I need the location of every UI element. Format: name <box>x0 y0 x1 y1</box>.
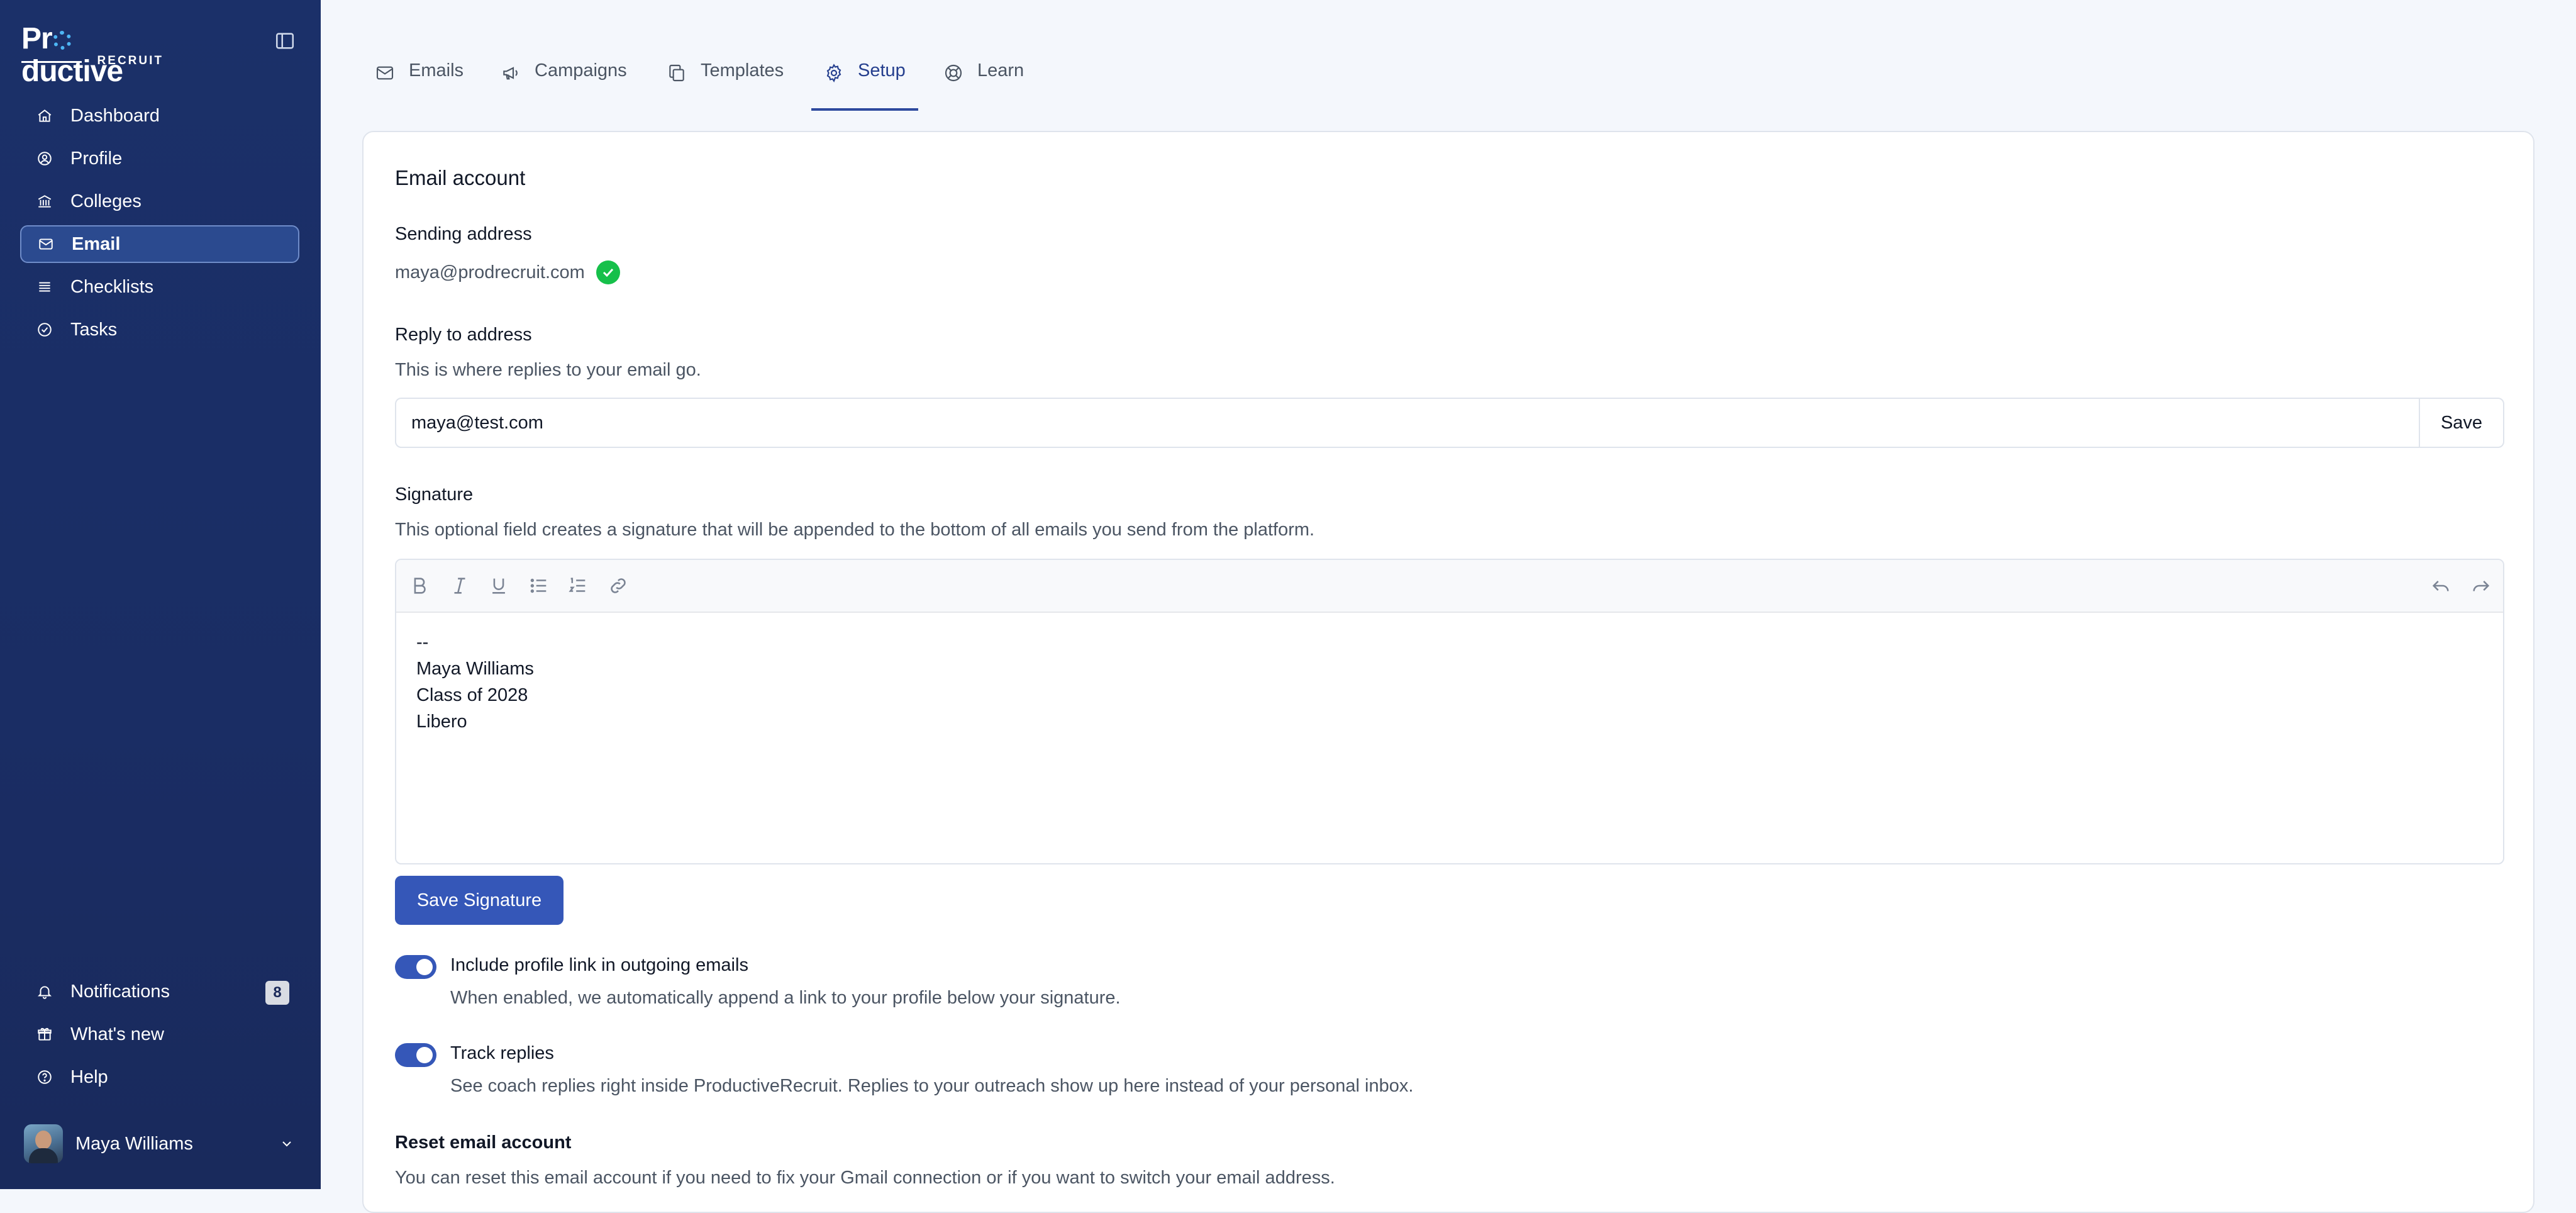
sidebar-toggle-icon[interactable] <box>274 30 296 52</box>
sending-address-label: Sending address <box>395 224 532 244</box>
signature-label: Signature <box>395 484 474 505</box>
bold-button[interactable] <box>409 575 430 596</box>
mail-icon <box>376 66 394 80</box>
profile-link-toggle[interactable] <box>395 955 436 979</box>
verified-check-icon <box>596 260 620 284</box>
redo-button[interactable] <box>2470 575 2492 596</box>
italic-button[interactable] <box>449 575 470 596</box>
sidebar-item-colleges[interactable]: Colleges <box>20 182 299 220</box>
sidebar-item-label: What's new <box>70 1024 164 1044</box>
bold-icon <box>414 578 426 594</box>
mail-icon <box>39 238 53 250</box>
sending-address: maya@prodrecruit.com <box>395 260 620 284</box>
reset-account-help: You can reset this email account if you … <box>395 1168 1335 1188</box>
sidebar-item-checklists[interactable]: Checklists <box>20 268 299 306</box>
sidebar-item-email[interactable]: Email <box>20 225 299 263</box>
sidebar-item-label: Tasks <box>70 319 118 340</box>
brand-name-start: Pr <box>21 22 53 55</box>
sidebar-item-whats-new[interactable]: What's new <box>20 1015 299 1053</box>
italic-icon <box>454 578 465 594</box>
signature-line: Class of 2028 <box>416 685 528 705</box>
reply-address-field: Save <box>395 398 2504 448</box>
bullet-list-button[interactable] <box>528 575 550 596</box>
save-signature-button[interactable]: Save Signature <box>395 876 564 925</box>
profile-link-label: Include profile link in outgoing emails <box>450 955 748 975</box>
brand-sub: RECRUIT <box>21 54 164 68</box>
tab-label: Learn <box>977 60 1024 81</box>
notification-count-badge: 8 <box>265 981 289 1005</box>
sidebar-item-help[interactable]: Help <box>20 1058 299 1096</box>
sidebar-item-label: Colleges <box>70 191 142 211</box>
active-tab-indicator <box>811 108 918 111</box>
gear-icon <box>826 64 841 82</box>
link-button[interactable] <box>608 575 629 596</box>
reply-address-label: Reply to address <box>395 325 532 345</box>
tab-templates[interactable]: Templates <box>667 60 784 111</box>
track-replies-label: Track replies <box>450 1043 554 1063</box>
track-replies-toggle[interactable] <box>395 1043 436 1067</box>
tab-label: Campaigns <box>535 60 627 81</box>
email-account-card: Email account Sending address maya@prodr… <box>362 131 2534 1213</box>
sidebar-item-label: Profile <box>70 148 123 169</box>
sidebar-item-notifications[interactable]: Notifications 8 <box>20 973 299 1010</box>
logo-dot-ring-icon <box>52 31 72 50</box>
list-icon <box>39 282 50 292</box>
megaphone-icon <box>503 67 518 80</box>
sidebar-item-tasks[interactable]: Tasks <box>20 311 299 349</box>
check-circle-icon <box>38 323 52 337</box>
undo-button[interactable] <box>2430 575 2451 596</box>
tab-learn[interactable]: Learn <box>943 60 1024 111</box>
tab-setup[interactable]: Setup <box>811 60 918 111</box>
bullet-list-icon <box>530 578 547 593</box>
sidebar-item-label: Checklists <box>70 276 154 297</box>
sending-address-value: maya@prodrecruit.com <box>395 262 585 282</box>
signature-line: -- <box>416 632 429 652</box>
undo-icon <box>2432 581 2449 591</box>
numbered-list-button[interactable] <box>567 575 589 596</box>
user-name: Maya Williams <box>75 1133 193 1154</box>
reset-account-label: Reset email account <box>395 1132 572 1153</box>
lifebuoy-icon <box>945 64 962 82</box>
help-icon <box>38 1070 52 1084</box>
sidebar-item-label: Help <box>70 1066 108 1087</box>
user-circle-icon <box>38 152 52 165</box>
numbered-list-icon <box>569 578 586 592</box>
signature-help: This optional field creates a signature … <box>395 520 1315 540</box>
signature-line: Libero <box>416 712 467 732</box>
sidebar-item-label: Dashboard <box>70 105 160 126</box>
sidebar-item-label: Email <box>72 233 121 254</box>
underline-button[interactable] <box>488 575 509 596</box>
profile-link-help: When enabled, we automatically append a … <box>450 988 1121 1008</box>
redo-icon <box>2473 581 2490 591</box>
signature-editor: -- Maya Williams Class of 2028 Libero <box>395 559 2504 864</box>
tab-campaigns[interactable]: Campaigns <box>501 60 627 111</box>
sidebar: Prductive RECRUIT Dashboard Profile Coll… <box>0 0 321 1189</box>
bell-icon <box>37 986 52 999</box>
sidebar-item-profile[interactable]: Profile <box>20 140 299 177</box>
user-menu[interactable]: Maya Williams <box>24 1124 294 1164</box>
editor-toolbar <box>396 560 2503 613</box>
signature-text[interactable]: -- Maya Williams Class of 2028 Libero <box>416 629 534 735</box>
track-replies-help: See coach replies right inside Productiv… <box>450 1076 1414 1096</box>
reply-address-help: This is where replies to your email go. <box>395 360 701 380</box>
sidebar-item-label: Notifications <box>70 981 170 1002</box>
tab-label: Templates <box>701 60 784 81</box>
link-icon <box>611 578 626 593</box>
tab-label: Emails <box>409 60 464 81</box>
avatar <box>24 1124 63 1163</box>
gift-icon <box>38 1027 52 1041</box>
underline-icon <box>492 578 505 594</box>
tab-label: Setup <box>858 60 906 81</box>
sidebar-item-dashboard[interactable]: Dashboard <box>20 97 299 135</box>
reply-save-button[interactable]: Save <box>2419 399 2503 447</box>
signature-line: Maya Williams <box>416 659 534 679</box>
tab-emails[interactable]: Emails <box>375 60 464 111</box>
brand-logo[interactable]: Prductive RECRUIT <box>21 22 166 88</box>
chevron-down-icon[interactable] <box>279 1136 294 1151</box>
copy-icon <box>669 64 684 82</box>
reply-address-input[interactable] <box>396 399 2419 447</box>
home-icon <box>38 109 52 122</box>
building-icon <box>38 195 52 208</box>
card-title: Email account <box>395 166 526 189</box>
